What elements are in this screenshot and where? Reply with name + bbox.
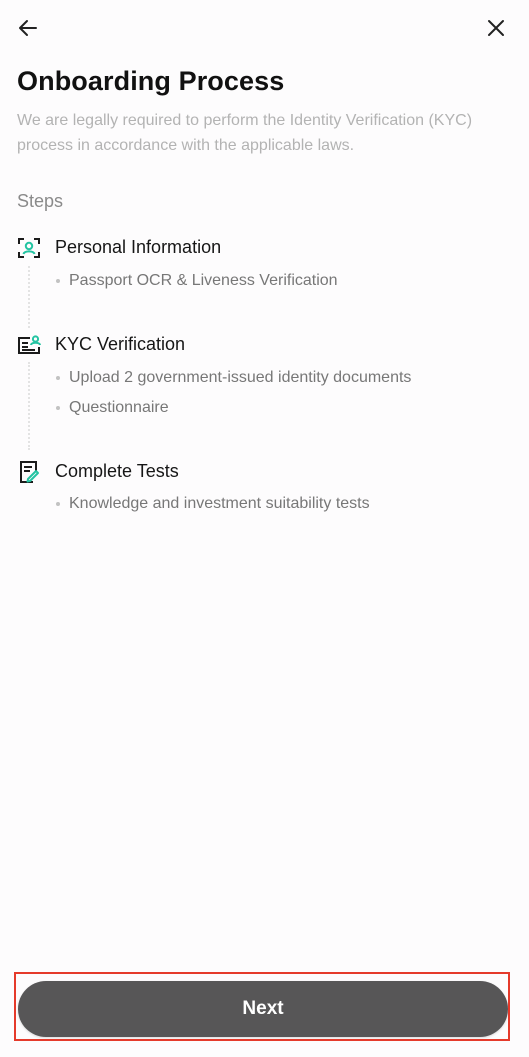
step-title: KYC Verification [55,334,186,354]
step-item-text: Passport OCR & Liveness Verification [69,272,338,289]
step-title: Complete Tests [55,461,179,481]
arrow-left-icon [19,20,37,36]
step-item-text: Questionnaire [69,399,169,416]
bullet-dot [56,279,60,283]
step-item-text: Upload 2 government-issued identity docu… [69,369,412,386]
face-scan-icon [18,238,40,258]
page-title: Onboarding Process [17,66,285,96]
step-item: Knowledge and investment suitability tes… [56,495,370,513]
step-item: Upload 2 government-issued identity docu… [56,369,411,387]
next-button[interactable]: Next [18,981,508,1037]
close-button[interactable] [480,12,512,44]
step-item: Passport OCR & Liveness Verification [56,272,338,290]
step-connector [28,266,30,328]
top-bar [0,0,529,56]
step-item: Questionnaire [56,399,169,417]
step-title: Personal Information [55,237,222,257]
bullet-dot [56,376,60,380]
back-button[interactable] [12,12,44,44]
close-icon [488,20,504,36]
step-connector [28,362,30,450]
bullet-dot [56,502,60,506]
bullet-dot [56,406,60,410]
page-subtitle: We are legally required to perform the I… [17,112,473,154]
id-card-icon [18,335,41,354]
steps-heading: Steps [17,191,64,211]
test-document-icon [20,461,39,483]
step-item-text: Knowledge and investment suitability tes… [69,495,370,512]
